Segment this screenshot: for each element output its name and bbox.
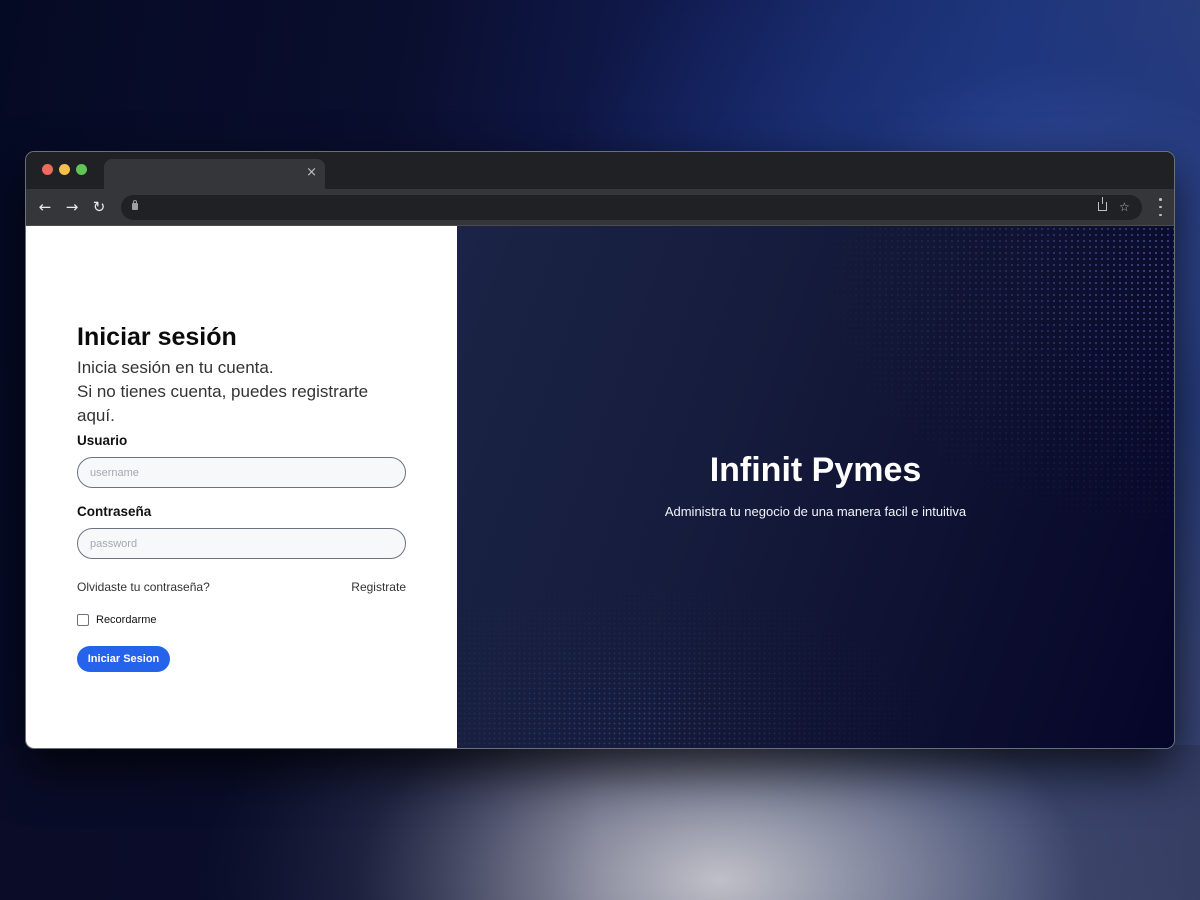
window-controls: [42, 164, 87, 175]
remember-me[interactable]: Recordarme: [77, 614, 406, 626]
background-shadow: [0, 745, 1200, 900]
subtitle-line-2: Si no tienes cuenta, puedes registrarte …: [77, 382, 369, 425]
close-tab-icon[interactable]: ×: [306, 166, 317, 180]
arrow-right-icon: →: [65, 198, 79, 216]
username-label: Usuario: [77, 433, 128, 448]
close-window-button[interactable]: [42, 164, 53, 175]
forgot-password-link[interactable]: Olvidaste tu contraseña?: [77, 580, 210, 594]
page-viewport: Iniciar sesión Inicia sesión en tu cuent…: [26, 226, 1174, 748]
reload-icon: ↻: [92, 198, 106, 216]
forward-button[interactable]: →: [62, 197, 82, 217]
brand-title: Infinit Pymes: [709, 451, 922, 489]
remember-me-checkbox[interactable]: [77, 614, 89, 626]
login-panel: Iniciar sesión Inicia sesión en tu cuent…: [26, 226, 457, 748]
login-form: Iniciar sesión Inicia sesión en tu cuent…: [77, 322, 406, 672]
hero-panel: Infinit Pymes Administra tu negocio de u…: [457, 226, 1174, 748]
page-title: Iniciar sesión: [77, 323, 237, 351]
maximize-window-button[interactable]: [76, 164, 87, 175]
minimize-window-button[interactable]: [59, 164, 70, 175]
browser-menu-icon[interactable]: [1159, 198, 1162, 216]
brand-tagline: Administra tu negocio de una manera faci…: [664, 504, 967, 519]
back-button[interactable]: ←: [35, 197, 55, 217]
bookmark-star-icon[interactable]: ☆: [1119, 199, 1130, 215]
login-button[interactable]: Iniciar Sesion: [77, 646, 170, 672]
password-input[interactable]: [77, 528, 406, 559]
browser-toolbar: ← → ↻ ☆: [26, 189, 1174, 226]
register-link[interactable]: Registrate: [351, 580, 406, 594]
tab-bar: ×: [26, 152, 1174, 189]
page-subtitle: Inicia sesión en tu cuenta. Si no tienes…: [77, 356, 406, 428]
remember-me-label: Recordarme: [96, 614, 157, 626]
address-bar[interactable]: ☆: [121, 195, 1142, 220]
hero-content: Infinit Pymes Administra tu negocio de u…: [457, 448, 1174, 519]
lock-icon[interactable]: [132, 200, 138, 210]
subtitle-line-1: Inicia sesión en tu cuenta.: [77, 358, 274, 377]
share-icon[interactable]: [1098, 197, 1107, 211]
arrow-left-icon: ←: [38, 198, 52, 216]
browser-window: × ← → ↻ ☆ Iniciar sesión Inicia sesión e…: [25, 151, 1175, 749]
reload-button[interactable]: ↻: [89, 197, 109, 217]
password-label: Contraseña: [77, 504, 152, 519]
username-input[interactable]: [77, 457, 406, 488]
form-links: Olvidaste tu contraseña? Registrate: [77, 580, 406, 594]
browser-tab[interactable]: ×: [104, 159, 325, 189]
